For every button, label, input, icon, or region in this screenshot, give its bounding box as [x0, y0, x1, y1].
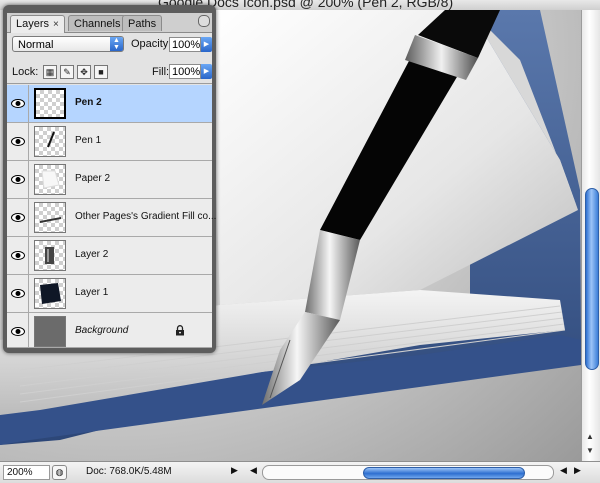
blend-mode-select[interactable]: Normal ▲ ▼: [12, 36, 124, 52]
opacity-slider-arrow-icon[interactable]: ▶: [201, 37, 212, 52]
tab-channels-label: Channels: [74, 18, 121, 30]
lock-label: Lock:: [12, 66, 39, 78]
vertical-scrollbar[interactable]: ▲ ▼: [581, 10, 600, 461]
paper-thumbnail-icon: [41, 170, 60, 189]
gradient-thumbnail-icon: [40, 217, 61, 223]
select-arrows-icon: ▲ ▼: [110, 37, 123, 51]
pen-thumbnail-icon: [47, 131, 55, 148]
visibility-toggle[interactable]: [7, 199, 29, 237]
layer-row[interactable]: Paper 2: [7, 161, 212, 199]
lock-position-icon[interactable]: ✥: [77, 65, 91, 79]
eye-icon: [11, 99, 25, 108]
document-size: Doc: 768.0K/5.48M: [86, 466, 172, 477]
layer-name[interactable]: Pen 1: [75, 135, 101, 146]
tab-channels[interactable]: Channels: [68, 15, 127, 31]
tab-layers-label: Layers: [16, 18, 50, 30]
eye-icon: [11, 137, 25, 146]
lock-all-icon[interactable]: ■: [94, 65, 108, 79]
opacity-label: Opacity:: [131, 38, 172, 50]
layer-name[interactable]: Background: [75, 325, 128, 336]
layer-thumbnail: [34, 278, 66, 309]
visibility-toggle[interactable]: [7, 161, 29, 199]
layer-name[interactable]: Layer 1: [75, 287, 108, 298]
book-spine-thumbnail-icon: [45, 247, 54, 264]
tab-layers[interactable]: Layers ×: [10, 15, 65, 33]
fill-slider-arrow-icon[interactable]: ▶: [201, 64, 212, 79]
layer-row[interactable]: Pen 1: [7, 123, 212, 161]
scroll-up-icon[interactable]: ▲: [586, 432, 594, 441]
eye-icon: [11, 251, 25, 260]
tab-paths-label: Paths: [128, 18, 157, 30]
status-info-icon[interactable]: ◍: [52, 465, 67, 480]
scroll-left-icon[interactable]: ◀: [250, 465, 257, 476]
layer-thumbnail: [34, 240, 66, 271]
close-icon[interactable]: ×: [53, 19, 59, 30]
status-menu-arrow-icon[interactable]: ▶: [231, 465, 238, 476]
layer-row[interactable]: Layer 2: [7, 237, 212, 275]
lock-transparency-icon[interactable]: ▦: [43, 65, 57, 79]
layer-thumbnail: [34, 164, 66, 195]
zoom-field[interactable]: 200%: [3, 465, 50, 480]
layer-name[interactable]: Other Pages's Gradient Fill co...: [75, 211, 216, 222]
vertical-scroll-thumb[interactable]: [585, 188, 599, 370]
tab-paths[interactable]: Paths: [122, 15, 163, 31]
layers-palette: Layers × Channels Paths Normal ▲ ▼ Opacity…: [3, 5, 216, 353]
lock-icon: [176, 325, 184, 336]
scroll-down-icon[interactable]: ▼: [586, 446, 594, 455]
eye-icon: [11, 175, 25, 184]
layer-name[interactable]: Pen 2: [75, 97, 102, 108]
opacity-field[interactable]: 100%: [169, 37, 201, 52]
layer-thumbnail: [34, 202, 66, 233]
scroll-right-icon[interactable]: ▶: [574, 465, 581, 476]
palette-tabs: Layers × Channels Paths: [7, 13, 212, 33]
palette-collapse-icon[interactable]: [198, 15, 210, 27]
fill-label: Fill:: [152, 66, 170, 78]
book-thumbnail-icon: [40, 283, 61, 304]
layer-name[interactable]: Paper 2: [75, 173, 110, 184]
visibility-toggle[interactable]: [7, 275, 29, 313]
blend-mode-value: Normal: [18, 39, 54, 51]
horizontal-scrollbar[interactable]: [262, 465, 554, 480]
lock-fill-row: Lock: ▦ ✎ ✥ ■ Fill: 100% ▶: [7, 59, 212, 84]
layer-thumbnail: [34, 88, 66, 119]
eye-icon: [11, 213, 25, 222]
status-bar: 200% ◍ Doc: 768.0K/5.48M ▶ ◀ ◀ ▶: [0, 461, 600, 483]
layer-row[interactable]: Other Pages's Gradient Fill co...: [7, 199, 216, 237]
layer-row[interactable]: Layer 1: [7, 275, 212, 313]
layer-row[interactable]: Background: [7, 313, 212, 348]
layer-row[interactable]: Pen 2: [7, 85, 212, 123]
eye-icon: [11, 289, 25, 298]
layers-palette-body: Layers × Channels Paths Normal ▲ ▼ Opacity…: [7, 13, 216, 348]
visibility-toggle[interactable]: [7, 313, 29, 348]
lock-image-icon[interactable]: ✎: [60, 65, 74, 79]
layer-name[interactable]: Layer 2: [75, 249, 108, 260]
visibility-toggle[interactable]: [7, 85, 29, 123]
blend-opacity-row: Normal ▲ ▼ Opacity: 100% ▶: [7, 33, 212, 57]
layer-thumbnail: [34, 126, 66, 157]
visibility-toggle[interactable]: [7, 123, 29, 161]
visibility-toggle[interactable]: [7, 237, 29, 275]
horizontal-scroll-thumb[interactable]: [363, 467, 525, 479]
scroll-left-icon-end[interactable]: ◀: [560, 465, 567, 476]
fill-field[interactable]: 100%: [169, 64, 201, 79]
eye-icon: [11, 327, 25, 336]
layers-list: Pen 2 Pen 1 Paper 2 Other Pages's Gradie…: [7, 85, 216, 348]
layer-thumbnail: [34, 316, 66, 347]
